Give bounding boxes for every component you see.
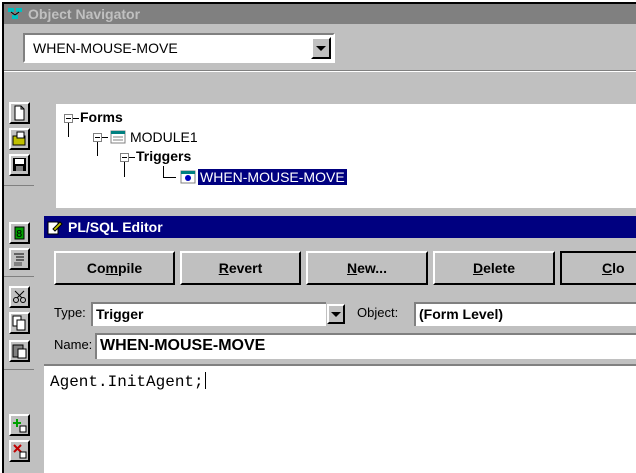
type-select[interactable]: Trigger bbox=[91, 302, 326, 326]
delete-trigger-button[interactable]: Delete bbox=[433, 251, 555, 285]
divider bbox=[4, 369, 34, 370]
create-icon bbox=[13, 419, 27, 433]
object-label: Object: bbox=[357, 305, 399, 320]
object-navigator-window: Object Navigator WHEN-MOUSE-MOVE 8 Forms… bbox=[2, 2, 636, 473]
new-icon bbox=[14, 105, 25, 121]
pencil-icon bbox=[47, 221, 63, 235]
chevron-down-icon bbox=[316, 46, 326, 51]
tree-connector bbox=[73, 118, 79, 119]
type-label: Type: bbox=[54, 305, 86, 320]
compile-button[interactable]: Compile bbox=[54, 251, 175, 285]
tree-connector bbox=[124, 162, 125, 177]
tree-connector bbox=[68, 123, 69, 137]
cut-icon bbox=[13, 290, 26, 303]
open-icon bbox=[12, 131, 26, 146]
selector-dropdown-button[interactable] bbox=[311, 37, 331, 59]
collapse-icon[interactable] bbox=[93, 133, 102, 142]
run-button[interactable]: 8 bbox=[9, 222, 30, 244]
navigator-titlebar[interactable]: Object Navigator bbox=[4, 4, 636, 24]
tree-connector bbox=[97, 142, 98, 156]
object-tree[interactable]: Forms MODULE1 Triggers WHEN-MOUSE-MOVE bbox=[56, 104, 636, 208]
form-module-icon bbox=[110, 130, 126, 144]
tree-node-forms[interactable]: Forms bbox=[80, 109, 123, 125]
copy-button[interactable] bbox=[9, 312, 30, 334]
tree-connector bbox=[163, 177, 176, 178]
delete-button[interactable] bbox=[9, 440, 30, 462]
tree-node-when-mouse-move[interactable]: WHEN-MOUSE-MOVE bbox=[198, 169, 347, 185]
code-text: Agent.InitAgent; bbox=[50, 373, 204, 391]
navigator-title: Object Navigator bbox=[28, 6, 141, 22]
tree-connector bbox=[163, 166, 164, 177]
tree-node-module1[interactable]: MODULE1 bbox=[130, 129, 198, 145]
new-button[interactable] bbox=[9, 102, 30, 124]
tree-node-triggers[interactable]: Triggers bbox=[136, 148, 191, 164]
navigator-app-icon bbox=[7, 6, 23, 22]
svg-text:8: 8 bbox=[16, 229, 22, 240]
plsql-editor-window: PL/SQL Editor Compile Revert New... Dele… bbox=[44, 216, 636, 473]
save-icon bbox=[13, 158, 26, 171]
tree-connector bbox=[102, 137, 108, 138]
collapse-icon[interactable] bbox=[120, 153, 129, 162]
debug-icon bbox=[14, 253, 24, 266]
paste-button[interactable] bbox=[9, 340, 30, 362]
navigator-object-selector[interactable]: WHEN-MOUSE-MOVE bbox=[23, 33, 335, 63]
save-button[interactable] bbox=[9, 154, 30, 176]
create-button[interactable] bbox=[9, 414, 30, 436]
compile-label: Compile bbox=[86, 260, 143, 276]
open-button[interactable] bbox=[9, 128, 30, 150]
revert-button[interactable]: Revert bbox=[180, 251, 301, 285]
new-trigger-button[interactable]: New... bbox=[306, 251, 428, 285]
name-value: WHEN-MOUSE-MOVE bbox=[100, 337, 266, 354]
paste-icon bbox=[12, 344, 27, 359]
object-value: (Form Level) bbox=[419, 306, 504, 322]
debug-button[interactable] bbox=[9, 248, 30, 270]
divider bbox=[4, 71, 636, 72]
type-dropdown-button[interactable] bbox=[327, 304, 345, 324]
close-label: Clo bbox=[602, 260, 625, 276]
tree-connector bbox=[129, 157, 135, 158]
delete-label: Delete bbox=[472, 260, 516, 276]
close-button[interactable]: Clo bbox=[560, 251, 636, 285]
revert-label: Revert bbox=[218, 260, 263, 276]
editor-title: PL/SQL Editor bbox=[68, 219, 163, 235]
name-field[interactable]: WHEN-MOUSE-MOVE bbox=[95, 333, 636, 359]
text-caret bbox=[204, 372, 206, 389]
delete-icon bbox=[13, 444, 27, 459]
object-select[interactable]: (Form Level) bbox=[414, 302, 636, 326]
chevron-down-icon bbox=[331, 312, 341, 317]
divider bbox=[4, 276, 34, 277]
code-editor[interactable]: Agent.InitAgent; bbox=[44, 364, 636, 473]
collapse-icon[interactable] bbox=[64, 114, 73, 123]
editor-titlebar[interactable]: PL/SQL Editor bbox=[44, 216, 636, 238]
cut-button[interactable] bbox=[9, 286, 30, 308]
new-label: New... bbox=[347, 260, 387, 276]
copy-icon bbox=[12, 315, 26, 331]
trigger-icon bbox=[180, 170, 196, 184]
run-icon: 8 bbox=[14, 226, 25, 240]
selector-value: WHEN-MOUSE-MOVE bbox=[33, 40, 178, 56]
type-value: Trigger bbox=[96, 306, 144, 322]
name-label: Name: bbox=[54, 337, 93, 352]
divider bbox=[4, 185, 34, 186]
